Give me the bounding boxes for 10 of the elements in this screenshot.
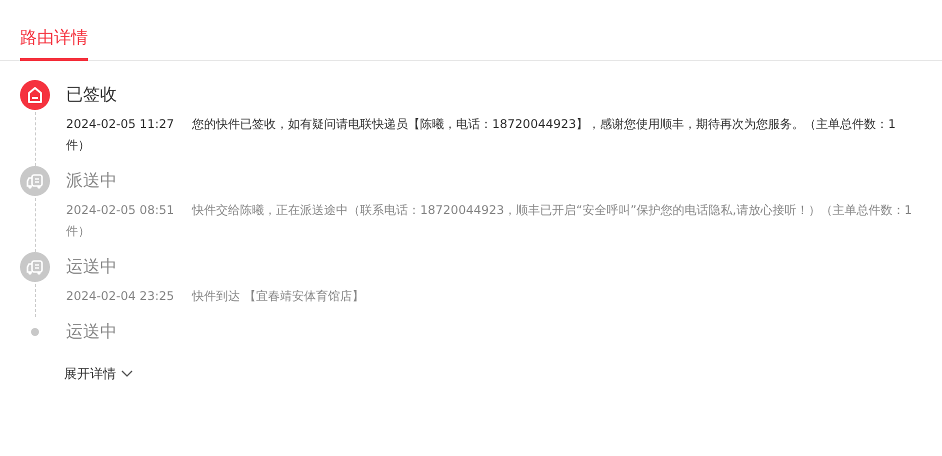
expand-details-button[interactable]: 展开详情 [64, 365, 133, 383]
route-details-tab[interactable]: 路由详情 [20, 26, 88, 61]
event-detail: 2024-02-05 11:27 您的快件已签收，如有疑问请电联快递员【陈曦，电话：18720044923】，感谢您使用顺丰，期待再次为您服务。（主单总件数：1件） [66, 116, 897, 154]
status-title: 运送中 [66, 256, 118, 279]
event-detail: 2024-02-04 23:25 快件到达 【宜春靖安体育馆店】 [66, 288, 365, 305]
event-detail: 2024-02-05 08:51 快件交给陈曦，正在派送途中（联系电话：18720044923，顺丰已开启“安全呼叫”保护您的电话隐私,请放心接听！）（主单总件数：1件） [66, 202, 912, 240]
chevron-down-icon [121, 370, 133, 378]
status-title: 已签收 [66, 84, 118, 107]
status-title: 运送中 [66, 321, 118, 344]
status-title: 派送中 [66, 170, 118, 193]
